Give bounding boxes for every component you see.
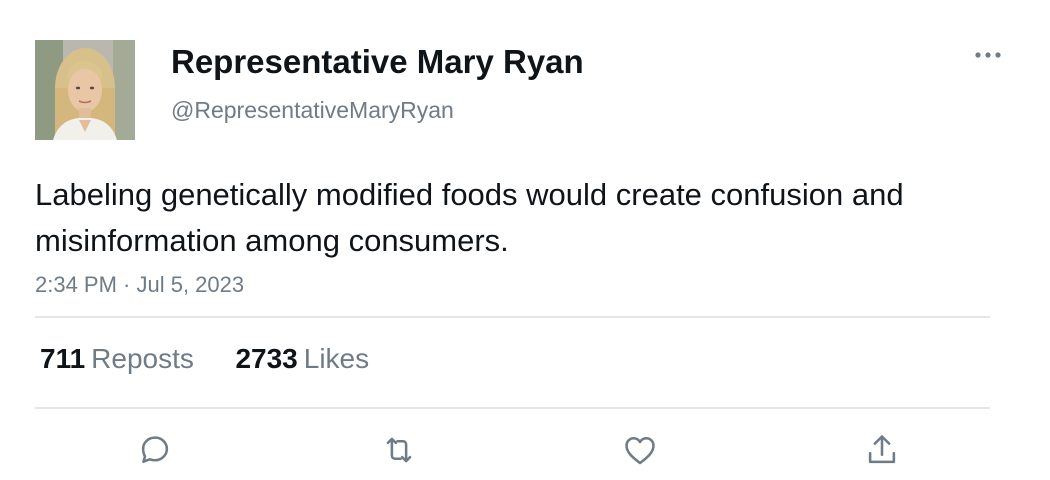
reply-icon[interactable] <box>136 431 174 469</box>
avatar[interactable] <box>35 40 135 140</box>
likes-count: 2733 <box>235 343 298 374</box>
share-icon[interactable] <box>863 431 901 469</box>
divider <box>35 316 990 318</box>
avatar-image <box>35 40 135 140</box>
heart-icon[interactable] <box>621 431 659 469</box>
tweet-text: Labeling genetically modified foods woul… <box>35 177 904 258</box>
tweet-card: Representative Mary Ryan @Representative… <box>0 0 1050 480</box>
likes-stat[interactable]: 2733 Likes <box>228 343 369 374</box>
engagement-stats: 711 Reposts 2733 Likes <box>40 342 369 376</box>
more-options-icon[interactable] <box>972 45 1004 65</box>
display-name[interactable]: Representative Mary Ryan <box>171 42 584 82</box>
reposts-label: Reposts <box>91 343 194 374</box>
user-handle[interactable]: @RepresentativeMaryRyan <box>171 96 454 124</box>
divider <box>35 407 990 409</box>
reposts-count: 711 <box>40 343 86 374</box>
reposts-stat[interactable]: 711 Reposts <box>40 343 202 374</box>
repost-icon[interactable] <box>380 431 418 469</box>
timestamp[interactable]: 2:34 PM · Jul 5, 2023 <box>35 271 244 299</box>
likes-label: Likes <box>303 343 370 374</box>
